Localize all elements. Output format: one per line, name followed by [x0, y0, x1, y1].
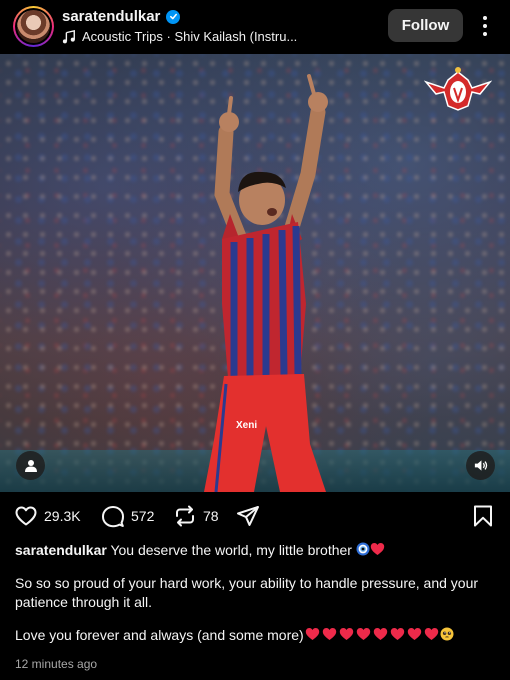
repost-icon	[176, 505, 194, 527]
action-bar: 29.3K 572 78	[0, 492, 510, 538]
team-logo	[424, 67, 492, 111]
heart-icon	[15, 506, 37, 526]
caption-text-1: You deserve the world, my little brother	[110, 542, 352, 558]
caption-line-3: Love you forever and always (and some mo…	[15, 626, 497, 645]
evil-eye-emoji-icon	[356, 542, 370, 556]
heart-emojis	[304, 627, 440, 643]
avatar[interactable]	[13, 6, 54, 47]
comment-count: 572	[131, 508, 155, 524]
player-figure: Xeni	[204, 74, 328, 492]
user-tag-button[interactable]	[16, 451, 45, 480]
repost-count: 78	[203, 508, 219, 524]
post-header: saratendulkar Acoustic Trips · Shiv Kail…	[0, 0, 510, 54]
heart-emoji-icon	[305, 628, 319, 640]
heart-emoji-icon	[322, 628, 336, 640]
audio-attribution[interactable]: Acoustic Trips · Shiv Kailash (Instru...	[62, 29, 297, 44]
caption-text-2: So so so proud of your hard work, your a…	[15, 575, 479, 610]
more-options-icon[interactable]	[478, 13, 492, 39]
comment-button[interactable]: 572	[101, 504, 154, 528]
user-tag-icon	[24, 459, 37, 472]
username-link[interactable]: saratendulkar	[62, 8, 160, 25]
audio-track-label: Acoustic Trips · Shiv Kailash (Instru...	[82, 29, 298, 44]
post-timestamp: 12 minutes ago	[15, 657, 98, 671]
bookmark-icon	[474, 505, 492, 527]
heart-emoji-icon	[339, 628, 353, 640]
caption-text-3: Love you forever and always (and some mo…	[15, 627, 304, 643]
follow-button[interactable]: Follow	[388, 9, 463, 42]
share-button[interactable]	[236, 504, 260, 528]
username-row: saratendulkar	[62, 8, 181, 25]
heart-emoji-icon	[407, 628, 421, 640]
like-count: 29.3K	[44, 508, 81, 524]
post-caption: saratendulkar You deserve the world, my …	[15, 541, 497, 645]
svg-text:Xeni: Xeni	[236, 420, 257, 431]
heart-emoji-icon	[424, 628, 438, 640]
save-button[interactable]	[471, 504, 495, 528]
caption-username[interactable]: saratendulkar	[15, 542, 107, 558]
post-photo[interactable]: Xeni	[0, 54, 510, 492]
heart-emoji-icon	[373, 628, 387, 640]
speaker-icon	[474, 460, 488, 471]
comment-icon	[102, 506, 124, 528]
heart-emoji-icon	[356, 628, 370, 640]
music-note-icon	[62, 29, 75, 43]
mute-button[interactable]	[466, 451, 495, 480]
share-icon	[237, 506, 259, 526]
heart-emoji-icon	[390, 628, 404, 640]
verified-badge-icon	[166, 9, 181, 24]
like-button[interactable]: 29.3K	[14, 504, 81, 528]
pleading-face-emoji-icon	[440, 627, 454, 641]
heart-emoji-icon	[370, 543, 385, 555]
repost-button[interactable]: 78	[173, 504, 219, 528]
caption-line-1: saratendulkar You deserve the world, my …	[15, 541, 497, 560]
